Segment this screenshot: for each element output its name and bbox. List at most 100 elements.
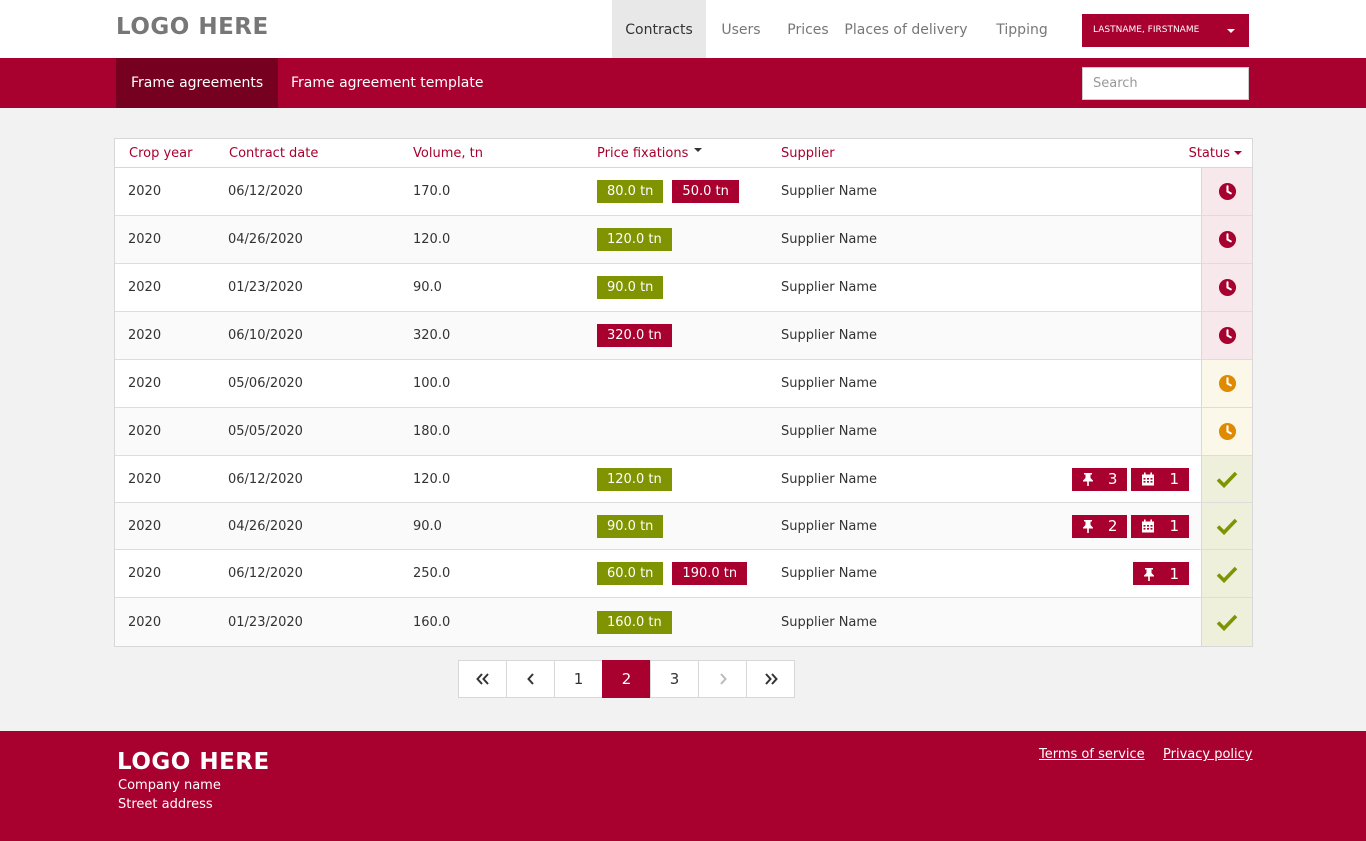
cell-supplier: Supplier Name	[781, 280, 878, 295]
calendar-icon	[1141, 519, 1155, 533]
column-price-fixations-label: Price fixations	[597, 146, 689, 161]
double-chevron-right-icon	[764, 673, 778, 685]
terms-link[interactable]: Terms of service	[1039, 747, 1145, 762]
header-logo[interactable]: LOGO HERE	[116, 14, 269, 40]
column-contract-date[interactable]: Contract date	[229, 139, 318, 168]
cell-supplier: Supplier Name	[781, 376, 878, 391]
page-button-2[interactable]: 2	[602, 660, 651, 698]
nav-contracts[interactable]: Contracts	[612, 0, 706, 58]
status-cell[interactable]	[1201, 168, 1252, 215]
cell-price-fixations: 90.0 tn	[597, 503, 672, 549]
tag-count: 1	[1169, 564, 1179, 583]
column-status-label: Status	[1188, 146, 1230, 161]
calendar-count-badge[interactable]: 1	[1131, 514, 1189, 538]
price-fixation-badge: 320.0 tn	[597, 324, 672, 347]
page-button-1[interactable]: 1	[554, 660, 603, 698]
next-page-button[interactable]	[698, 660, 747, 698]
status-cell[interactable]	[1201, 408, 1252, 455]
status-cell[interactable]	[1201, 456, 1252, 502]
table-row[interactable]: 2020 06/12/2020 120.0 120.0 tn Supplier Name…	[115, 456, 1252, 503]
cell-volume: 90.0	[413, 280, 442, 295]
check-icon	[1216, 566, 1238, 583]
tag-count: 3	[1107, 470, 1118, 488]
user-dropdown[interactable]: LASTNAME, FIRSTNAME	[1082, 14, 1249, 47]
double-chevron-left-icon	[475, 673, 489, 685]
table-row[interactable]: 2020 05/06/2020 100.0 Supplier Name	[115, 360, 1252, 408]
cell-supplier: Supplier Name	[781, 184, 878, 199]
cell-price-fixations: 120.0 tn	[597, 456, 681, 502]
cell-volume: 180.0	[413, 424, 451, 439]
status-cell[interactable]	[1201, 264, 1252, 311]
cell-crop-year: 2020	[128, 471, 162, 487]
calendar-count-badge[interactable]: 1	[1131, 467, 1189, 491]
user-name: LASTNAME, FIRSTNAME	[1093, 25, 1200, 35]
chevron-down-icon	[1227, 29, 1235, 33]
chevron-left-icon	[526, 673, 534, 685]
cell-volume: 120.0	[413, 471, 451, 487]
table-header: Crop year Contract date Volume, tn Price…	[115, 139, 1252, 168]
cell-price-fixations: 90.0 tn	[597, 264, 672, 311]
pagination: 1 2 3	[458, 660, 795, 698]
footer-address: Street address	[118, 797, 213, 812]
last-page-button[interactable]	[746, 660, 795, 698]
cell-volume: 160.0	[413, 614, 451, 630]
cell-crop-year: 2020	[128, 424, 162, 439]
nav-tipping[interactable]: Tipping	[988, 0, 1056, 58]
chevron-down-icon	[1234, 151, 1242, 155]
status-cell[interactable]	[1201, 312, 1252, 359]
pin-count-badge[interactable]: 2	[1071, 514, 1128, 538]
cell-price-fixations: 60.0 tn 190.0 tn	[597, 550, 756, 597]
tab-frame-agreements[interactable]: Frame agreements	[116, 58, 279, 108]
top-navbar: LOGO HERE Contracts Users Prices Places …	[0, 0, 1366, 58]
status-cell[interactable]	[1201, 598, 1252, 646]
column-status[interactable]: Status	[1189, 139, 1242, 168]
first-page-button[interactable]	[458, 660, 507, 698]
cell-crop-year: 2020	[128, 328, 162, 343]
cell-supplier: Supplier Name	[781, 471, 878, 487]
nav-users[interactable]: Users	[712, 0, 770, 58]
column-crop-year[interactable]: Crop year	[129, 139, 192, 168]
pin-count-badge[interactable]: 3	[1071, 467, 1128, 491]
cell-volume: 320.0	[413, 328, 451, 343]
prev-page-button[interactable]	[506, 660, 555, 698]
table-row[interactable]: 2020 05/05/2020 180.0 Supplier Name	[115, 408, 1252, 456]
status-cell[interactable]	[1201, 503, 1252, 549]
cell-contract-date: 06/12/2020	[228, 184, 303, 199]
price-fixation-badge: 80.0 tn	[597, 180, 664, 203]
table-row[interactable]: 2020 06/12/2020 170.0 80.0 tn 50.0 tn Supplie…	[115, 168, 1252, 216]
tab-frame-agreement-template[interactable]: Frame agreement template	[276, 58, 498, 108]
cell-supplier: Supplier Name	[781, 614, 878, 630]
search-input[interactable]	[1082, 67, 1249, 100]
table-row[interactable]: 2020 04/26/2020 90.0 90.0 tn Supplier Name 2 1	[115, 503, 1252, 550]
page-button-3[interactable]: 3	[650, 660, 699, 698]
nav-places-of-delivery[interactable]: Places of delivery	[844, 0, 968, 58]
cell-contract-date: 01/23/2020	[228, 280, 303, 295]
cell-crop-year: 2020	[128, 614, 162, 630]
privacy-link[interactable]: Privacy policy	[1163, 747, 1252, 762]
cell-volume: 250.0	[413, 566, 451, 581]
table-row[interactable]: 2020 06/10/2020 320.0 320.0 tn Supplier Name	[115, 312, 1252, 360]
column-price-fixations[interactable]: Price fixations	[597, 139, 703, 168]
table-row[interactable]: 2020 04/26/2020 120.0 120.0 tn Supplier Name	[115, 216, 1252, 264]
clock-icon	[1218, 374, 1236, 393]
status-cell[interactable]	[1201, 360, 1252, 407]
status-cell[interactable]	[1201, 216, 1252, 263]
cell-supplier: Supplier Name	[781, 424, 878, 439]
cell-contract-date: 04/26/2020	[228, 518, 303, 534]
table-row[interactable]: 2020 06/12/2020 250.0 60.0 tn 190.0 tn Suppli…	[115, 550, 1252, 598]
cell-contract-date: 06/10/2020	[228, 328, 303, 343]
cell-volume: 120.0	[413, 232, 451, 247]
cell-contract-date: 05/06/2020	[228, 376, 303, 391]
column-volume[interactable]: Volume, tn	[413, 139, 483, 168]
cell-contract-date: 05/05/2020	[228, 424, 303, 439]
pin-count-badge[interactable]: 1	[1133, 562, 1189, 585]
table-row[interactable]: 2020 01/23/2020 160.0 160.0 tn Supplier Name	[115, 598, 1252, 646]
tag-count: 2	[1107, 517, 1118, 535]
cell-supplier: Supplier Name	[781, 518, 878, 534]
column-supplier[interactable]: Supplier	[781, 139, 835, 168]
table-row[interactable]: 2020 01/23/2020 90.0 90.0 tn Supplier Name	[115, 264, 1252, 312]
status-cell[interactable]	[1201, 550, 1252, 597]
nav-prices[interactable]: Prices	[780, 0, 836, 58]
price-fixation-badge: 120.0 tn	[597, 228, 672, 251]
sub-navbar: Frame agreements Frame agreement templat…	[0, 58, 1366, 108]
